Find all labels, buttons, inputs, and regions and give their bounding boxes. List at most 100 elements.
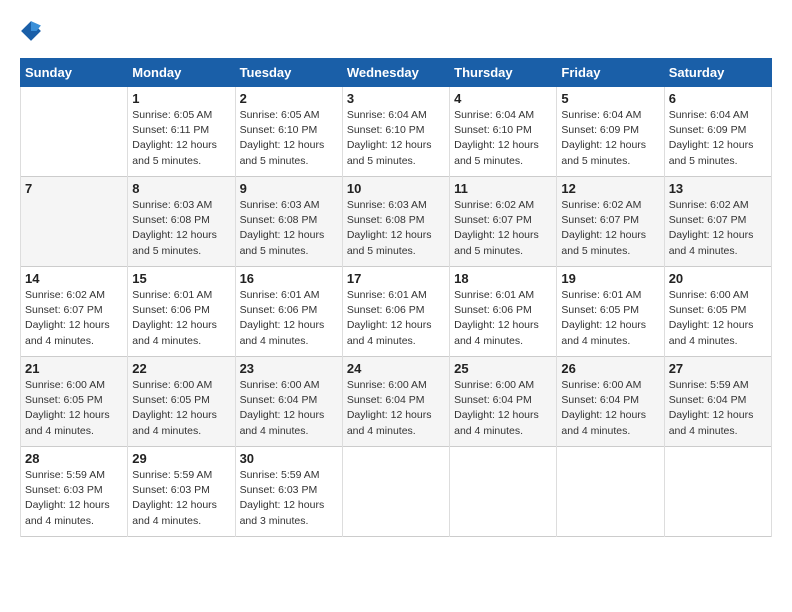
- day-info: Sunrise: 6:01 AM Sunset: 6:06 PM Dayligh…: [240, 288, 338, 349]
- day-number: 25: [454, 361, 552, 376]
- day-number: 28: [25, 451, 123, 466]
- day-number: 3: [347, 91, 445, 106]
- calendar-header-row: SundayMondayTuesdayWednesdayThursdayFrid…: [21, 59, 772, 87]
- calendar-cell: 3 Sunrise: 6:04 AM Sunset: 6:10 PM Daylig…: [342, 87, 449, 177]
- calendar-cell: 24 Sunrise: 6:00 AM Sunset: 6:04 PM Dayli…: [342, 357, 449, 447]
- day-info: Sunrise: 6:01 AM Sunset: 6:06 PM Dayligh…: [347, 288, 445, 349]
- calendar-cell: 25 Sunrise: 6:00 AM Sunset: 6:04 PM Dayli…: [450, 357, 557, 447]
- day-info: Sunrise: 5:59 AM Sunset: 6:03 PM Dayligh…: [132, 468, 230, 529]
- day-number: 11: [454, 181, 552, 196]
- day-number: 9: [240, 181, 338, 196]
- calendar-cell: 8Sunrise: 6:03 AM Sunset: 6:08 PM Daylig…: [128, 177, 235, 267]
- day-info: Sunrise: 6:04 AM Sunset: 6:10 PM Dayligh…: [347, 108, 445, 169]
- day-number: 20: [669, 271, 767, 286]
- day-number: 21: [25, 361, 123, 376]
- calendar-cell: [21, 87, 128, 177]
- day-info: Sunrise: 6:00 AM Sunset: 6:04 PM Dayligh…: [347, 378, 445, 439]
- calendar-week-row: 14 Sunrise: 6:02 AM Sunset: 6:07 PM Dayli…: [21, 267, 772, 357]
- day-info: Sunrise: 6:00 AM Sunset: 6:05 PM Dayligh…: [669, 288, 767, 349]
- day-info: Sunrise: 6:00 AM Sunset: 6:04 PM Dayligh…: [240, 378, 338, 439]
- day-info: Sunrise: 6:03 AM Sunset: 6:08 PM Dayligh…: [240, 198, 338, 259]
- calendar-cell: 23 Sunrise: 6:00 AM Sunset: 6:04 PM Dayli…: [235, 357, 342, 447]
- day-info: Sunrise: 6:04 AM Sunset: 6:09 PM Dayligh…: [669, 108, 767, 169]
- day-number: 27: [669, 361, 767, 376]
- day-info: Sunrise: 6:00 AM Sunset: 6:04 PM Dayligh…: [561, 378, 659, 439]
- calendar-cell: 16 Sunrise: 6:01 AM Sunset: 6:06 PM Dayli…: [235, 267, 342, 357]
- calendar-cell: 13Sunrise: 6:02 AM Sunset: 6:07 PM Dayli…: [664, 177, 771, 267]
- calendar-cell: 27 Sunrise: 5:59 AM Sunset: 6:04 PM Dayli…: [664, 357, 771, 447]
- day-number: 13: [669, 181, 767, 196]
- day-number: 1: [132, 91, 230, 106]
- day-number: 6: [669, 91, 767, 106]
- calendar-cell: 14 Sunrise: 6:02 AM Sunset: 6:07 PM Dayli…: [21, 267, 128, 357]
- day-info: Sunrise: 6:02 AM Sunset: 6:07 PM Dayligh…: [454, 198, 552, 259]
- calendar-cell: 21 Sunrise: 6:00 AM Sunset: 6:05 PM Dayli…: [21, 357, 128, 447]
- day-info: Sunrise: 6:05 AM Sunset: 6:10 PM Dayligh…: [240, 108, 338, 169]
- day-number: 16: [240, 271, 338, 286]
- day-info: Sunrise: 5:59 AM Sunset: 6:04 PM Dayligh…: [669, 378, 767, 439]
- day-info: Sunrise: 6:02 AM Sunset: 6:07 PM Dayligh…: [25, 288, 123, 349]
- day-number: 7: [25, 181, 123, 196]
- day-info: Sunrise: 6:02 AM Sunset: 6:07 PM Dayligh…: [561, 198, 659, 259]
- calendar-cell: [450, 447, 557, 537]
- calendar-cell: 20 Sunrise: 6:00 AM Sunset: 6:05 PM Dayli…: [664, 267, 771, 357]
- day-info: Sunrise: 6:01 AM Sunset: 6:05 PM Dayligh…: [561, 288, 659, 349]
- day-info: Sunrise: 6:03 AM Sunset: 6:08 PM Dayligh…: [347, 198, 445, 259]
- day-number: 15: [132, 271, 230, 286]
- logo: [20, 20, 46, 42]
- calendar-cell: [664, 447, 771, 537]
- day-info: Sunrise: 6:01 AM Sunset: 6:06 PM Dayligh…: [454, 288, 552, 349]
- calendar-cell: 18 Sunrise: 6:01 AM Sunset: 6:06 PM Dayli…: [450, 267, 557, 357]
- calendar-cell: 11 Sunrise: 6:02 AM Sunset: 6:07 PM Dayli…: [450, 177, 557, 267]
- day-number: 30: [240, 451, 338, 466]
- calendar-cell: 4 Sunrise: 6:04 AM Sunset: 6:10 PM Daylig…: [450, 87, 557, 177]
- calendar-cell: 1 Sunrise: 6:05 AM Sunset: 6:11 PM Daylig…: [128, 87, 235, 177]
- header-thursday: Thursday: [450, 59, 557, 87]
- day-info: Sunrise: 6:00 AM Sunset: 6:05 PM Dayligh…: [25, 378, 123, 439]
- calendar-cell: 2Sunrise: 6:05 AM Sunset: 6:10 PM Daylig…: [235, 87, 342, 177]
- day-info: Sunrise: 5:59 AM Sunset: 6:03 PM Dayligh…: [240, 468, 338, 529]
- header-saturday: Saturday: [664, 59, 771, 87]
- day-number: 29: [132, 451, 230, 466]
- day-number: 17: [347, 271, 445, 286]
- page-header: [20, 20, 772, 42]
- calendar-cell: 5Sunrise: 6:04 AM Sunset: 6:09 PM Daylig…: [557, 87, 664, 177]
- calendar-week-row: 28 Sunrise: 5:59 AM Sunset: 6:03 PM Dayli…: [21, 447, 772, 537]
- day-info: Sunrise: 6:00 AM Sunset: 6:04 PM Dayligh…: [454, 378, 552, 439]
- day-number: 24: [347, 361, 445, 376]
- calendar-week-row: 21 Sunrise: 6:00 AM Sunset: 6:05 PM Dayli…: [21, 357, 772, 447]
- calendar-week-row: 1 Sunrise: 6:05 AM Sunset: 6:11 PM Daylig…: [21, 87, 772, 177]
- calendar-cell: 7: [21, 177, 128, 267]
- calendar-cell: 10 Sunrise: 6:03 AM Sunset: 6:08 PM Dayli…: [342, 177, 449, 267]
- calendar-cell: [557, 447, 664, 537]
- day-number: 19: [561, 271, 659, 286]
- header-wednesday: Wednesday: [342, 59, 449, 87]
- day-info: Sunrise: 6:04 AM Sunset: 6:10 PM Dayligh…: [454, 108, 552, 169]
- day-info: Sunrise: 6:05 AM Sunset: 6:11 PM Dayligh…: [132, 108, 230, 169]
- day-info: Sunrise: 6:04 AM Sunset: 6:09 PM Dayligh…: [561, 108, 659, 169]
- calendar-cell: 9 Sunrise: 6:03 AM Sunset: 6:08 PM Daylig…: [235, 177, 342, 267]
- calendar-cell: [342, 447, 449, 537]
- header-monday: Monday: [128, 59, 235, 87]
- logo-icon: [20, 20, 42, 42]
- calendar-cell: 12Sunrise: 6:02 AM Sunset: 6:07 PM Dayli…: [557, 177, 664, 267]
- calendar-cell: 6 Sunrise: 6:04 AM Sunset: 6:09 PM Daylig…: [664, 87, 771, 177]
- calendar-cell: 29 Sunrise: 5:59 AM Sunset: 6:03 PM Dayli…: [128, 447, 235, 537]
- calendar-cell: 22Sunrise: 6:00 AM Sunset: 6:05 PM Dayli…: [128, 357, 235, 447]
- day-number: 18: [454, 271, 552, 286]
- day-number: 10: [347, 181, 445, 196]
- calendar-cell: 19 Sunrise: 6:01 AM Sunset: 6:05 PM Dayli…: [557, 267, 664, 357]
- calendar-cell: 26Sunrise: 6:00 AM Sunset: 6:04 PM Dayli…: [557, 357, 664, 447]
- header-friday: Friday: [557, 59, 664, 87]
- day-number: 14: [25, 271, 123, 286]
- day-info: Sunrise: 5:59 AM Sunset: 6:03 PM Dayligh…: [25, 468, 123, 529]
- calendar-cell: 28 Sunrise: 5:59 AM Sunset: 6:03 PM Dayli…: [21, 447, 128, 537]
- calendar-week-row: 78Sunrise: 6:03 AM Sunset: 6:08 PM Dayli…: [21, 177, 772, 267]
- day-number: 23: [240, 361, 338, 376]
- day-info: Sunrise: 6:01 AM Sunset: 6:06 PM Dayligh…: [132, 288, 230, 349]
- header-sunday: Sunday: [21, 59, 128, 87]
- calendar-cell: 30 Sunrise: 5:59 AM Sunset: 6:03 PM Dayli…: [235, 447, 342, 537]
- day-number: 8: [132, 181, 230, 196]
- day-number: 4: [454, 91, 552, 106]
- calendar-cell: 15 Sunrise: 6:01 AM Sunset: 6:06 PM Dayli…: [128, 267, 235, 357]
